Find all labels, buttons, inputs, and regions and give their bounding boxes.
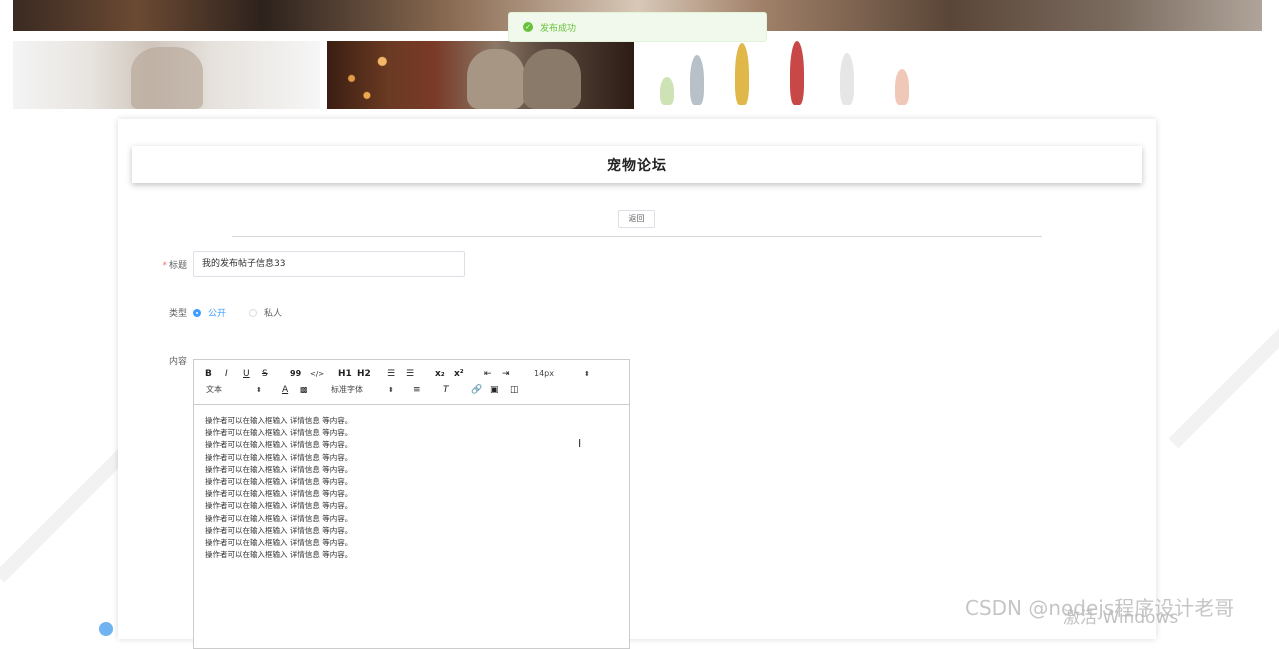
blockquote-button[interactable]: 99 bbox=[290, 368, 301, 380]
content-line: 操作者可以在输入框输入 详情信息 等内容。 bbox=[205, 525, 353, 535]
bird-image bbox=[690, 55, 704, 105]
editor-toolbar: B I U S 99 </> H1 H2 ☰ ☰ x₂ x² ⇤ ⇥ 14px … bbox=[194, 360, 629, 405]
check-circle-icon: ✓ bbox=[523, 22, 533, 32]
content-label: 内容 bbox=[168, 357, 187, 367]
bird-image bbox=[735, 43, 749, 105]
link-icon[interactable]: 🔗 bbox=[471, 384, 482, 396]
bold-button[interactable]: B bbox=[205, 368, 212, 380]
editor-content[interactable]: 操作者可以在输入框输入 详情信息 等内容。 操作者可以在输入框输入 详情信息 等… bbox=[194, 405, 629, 561]
subscript-button[interactable]: x₂ bbox=[435, 368, 445, 380]
carousel-thumb-birds[interactable] bbox=[640, 41, 920, 109]
radio-private-label: 私人 bbox=[264, 309, 283, 319]
outdent-icon[interactable]: ⇤ bbox=[484, 368, 492, 380]
carousel-thumb-dog[interactable] bbox=[13, 41, 320, 109]
superscript-button[interactable]: x² bbox=[454, 368, 464, 380]
divider bbox=[232, 236, 1042, 237]
video-icon[interactable]: ◫ bbox=[510, 384, 519, 396]
content-line: 操作者可以在输入框输入 详情信息 等内容。 bbox=[205, 550, 353, 560]
content-line: 操作者可以在输入框输入 详情信息 等内容。 bbox=[205, 501, 353, 511]
bird-image bbox=[790, 41, 804, 105]
header2-button[interactable]: H2 bbox=[357, 368, 371, 380]
title-bar: 宠物论坛 bbox=[132, 146, 1142, 183]
bird-image bbox=[895, 69, 909, 105]
clear-format-icon[interactable]: T bbox=[443, 384, 449, 396]
bird-image bbox=[840, 53, 854, 105]
font-color-icon[interactable]: A bbox=[282, 384, 288, 396]
success-toast: ✓ 发布成功 bbox=[508, 12, 767, 42]
radio-public-label: 公开 bbox=[208, 309, 227, 319]
strike-button[interactable]: S bbox=[262, 368, 268, 380]
background-color-icon[interactable]: ▩ bbox=[300, 384, 308, 396]
ordered-list-icon[interactable]: ☰ bbox=[387, 368, 395, 380]
cat-image bbox=[523, 49, 581, 109]
content-line: 操作者可以在输入框输入 详情信息 等内容。 bbox=[205, 416, 353, 425]
type-label: 类型 bbox=[168, 309, 187, 319]
content-line: 操作者可以在输入框输入 详情信息 等内容。 bbox=[205, 452, 353, 462]
dog-image bbox=[131, 47, 203, 109]
content-line: 操作者可以在输入框输入 详情信息 等内容。 bbox=[205, 477, 353, 487]
carousel-thumb-cats[interactable] bbox=[327, 41, 634, 109]
csdn-watermark: CSDN @nodejs程序设计老哥 bbox=[965, 596, 1235, 620]
title-input[interactable]: 我的发布帖子信息33 bbox=[193, 251, 465, 277]
italic-button[interactable]: I bbox=[225, 368, 228, 380]
back-button[interactable]: 返回 bbox=[618, 210, 655, 228]
size-select[interactable]: 14px bbox=[534, 368, 554, 380]
text-cursor-icon: I bbox=[578, 437, 582, 450]
radio-dot-selected bbox=[193, 308, 201, 317]
header1-button[interactable]: H1 bbox=[338, 368, 352, 380]
page-title: 宠物论坛 bbox=[607, 157, 667, 174]
background-stripe bbox=[1168, 325, 1279, 449]
bird-image bbox=[660, 77, 674, 105]
content-line: 操作者可以在输入框输入 详情信息 等内容。 bbox=[205, 428, 353, 438]
header-select[interactable]: 文本 bbox=[206, 384, 222, 396]
rich-text-editor[interactable]: B I U S 99 </> H1 H2 ☰ ☰ x₂ x² ⇤ ⇥ 14px … bbox=[193, 359, 630, 649]
size-select-arrows-icon[interactable]: ⬍ bbox=[584, 368, 590, 380]
content-line: 操作者可以在输入框输入 详情信息 等内容。 bbox=[205, 513, 353, 523]
title-label: * 标题 bbox=[127, 258, 187, 271]
bullet-list-icon[interactable]: ☰ bbox=[406, 368, 414, 380]
cat-image bbox=[467, 49, 525, 109]
required-asterisk: * bbox=[162, 261, 167, 271]
content-line: 操作者可以在输入框输入 详情信息 等内容。 bbox=[205, 489, 353, 499]
image-icon[interactable]: ▣ bbox=[490, 384, 499, 396]
radio-public[interactable]: 公开 bbox=[193, 306, 226, 319]
content-line: 操作者可以在输入框输入 详情信息 等内容。 bbox=[205, 440, 353, 450]
title-label-text: 标题 bbox=[168, 261, 187, 271]
radio-private[interactable]: 私人 bbox=[249, 306, 282, 319]
content-line: 操作者可以在输入框输入 详情信息 等内容。 bbox=[205, 464, 353, 474]
underline-button[interactable]: U bbox=[243, 368, 250, 380]
indent-icon[interactable]: ⇥ bbox=[502, 368, 510, 380]
align-icon[interactable]: ≡ bbox=[413, 384, 421, 396]
forum-card: 宠物论坛 返回 * 标题 我的发布帖子信息33 类型 公开 私人 内容 B I U… bbox=[118, 119, 1156, 649]
font-select[interactable]: 标准字体 bbox=[331, 384, 363, 396]
toast-message: 发布成功 bbox=[540, 23, 577, 34]
scroll-top-icon[interactable] bbox=[99, 622, 113, 636]
radio-dot-unselected bbox=[249, 308, 257, 317]
content-line: 操作者可以在输入框输入 详情信息 等内容。 bbox=[205, 538, 353, 548]
code-block-button[interactable]: </> bbox=[310, 368, 324, 380]
header-select-arrows-icon[interactable]: ⬍ bbox=[256, 384, 262, 396]
font-select-arrows-icon[interactable]: ⬍ bbox=[388, 384, 394, 396]
